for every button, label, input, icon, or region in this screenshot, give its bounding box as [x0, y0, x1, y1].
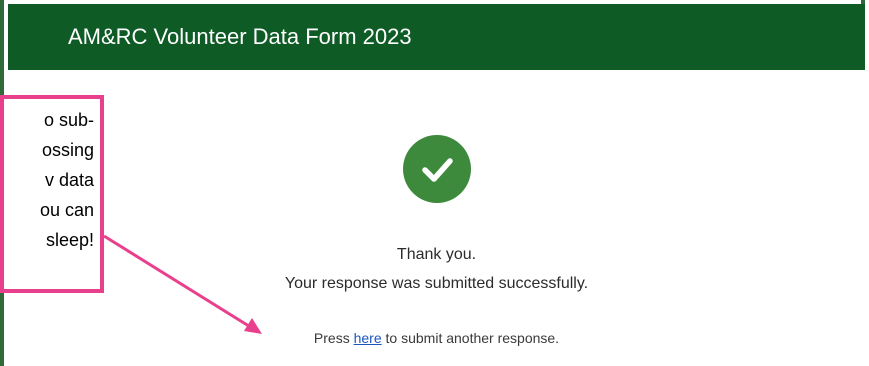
callout-line: sleep!	[45, 230, 94, 250]
annotation-callout: o sub- ossing v data ou can sleep!	[0, 95, 104, 293]
form-title: AM&RC Volunteer Data Form 2023	[68, 24, 412, 49]
thank-you-text: Thank you.	[396, 246, 477, 263]
callout-line: v data	[44, 170, 94, 190]
press-suffix: to submit another response.	[385, 330, 560, 346]
callout-line: ossing	[41, 140, 94, 160]
checkmark-icon	[403, 135, 471, 203]
confirmation-panel: Thank you. Your response was submitted s…	[8, 70, 865, 366]
form-header: AM&RC Volunteer Data Form 2023	[8, 4, 865, 70]
callout-line: ou can	[39, 200, 94, 220]
callout-line: o sub-	[43, 110, 94, 130]
callout-text: o sub- ossing v data ou can sleep!	[4, 105, 94, 255]
success-message: Your response was submitted successfully…	[284, 275, 589, 292]
form-frame: AM&RC Volunteer Data Form 2023 Thank you…	[0, 0, 865, 366]
submit-another-link[interactable]: here	[354, 330, 382, 346]
submit-another-text: Press here to submit another response.	[8, 330, 865, 346]
press-prefix: Press	[313, 330, 350, 346]
